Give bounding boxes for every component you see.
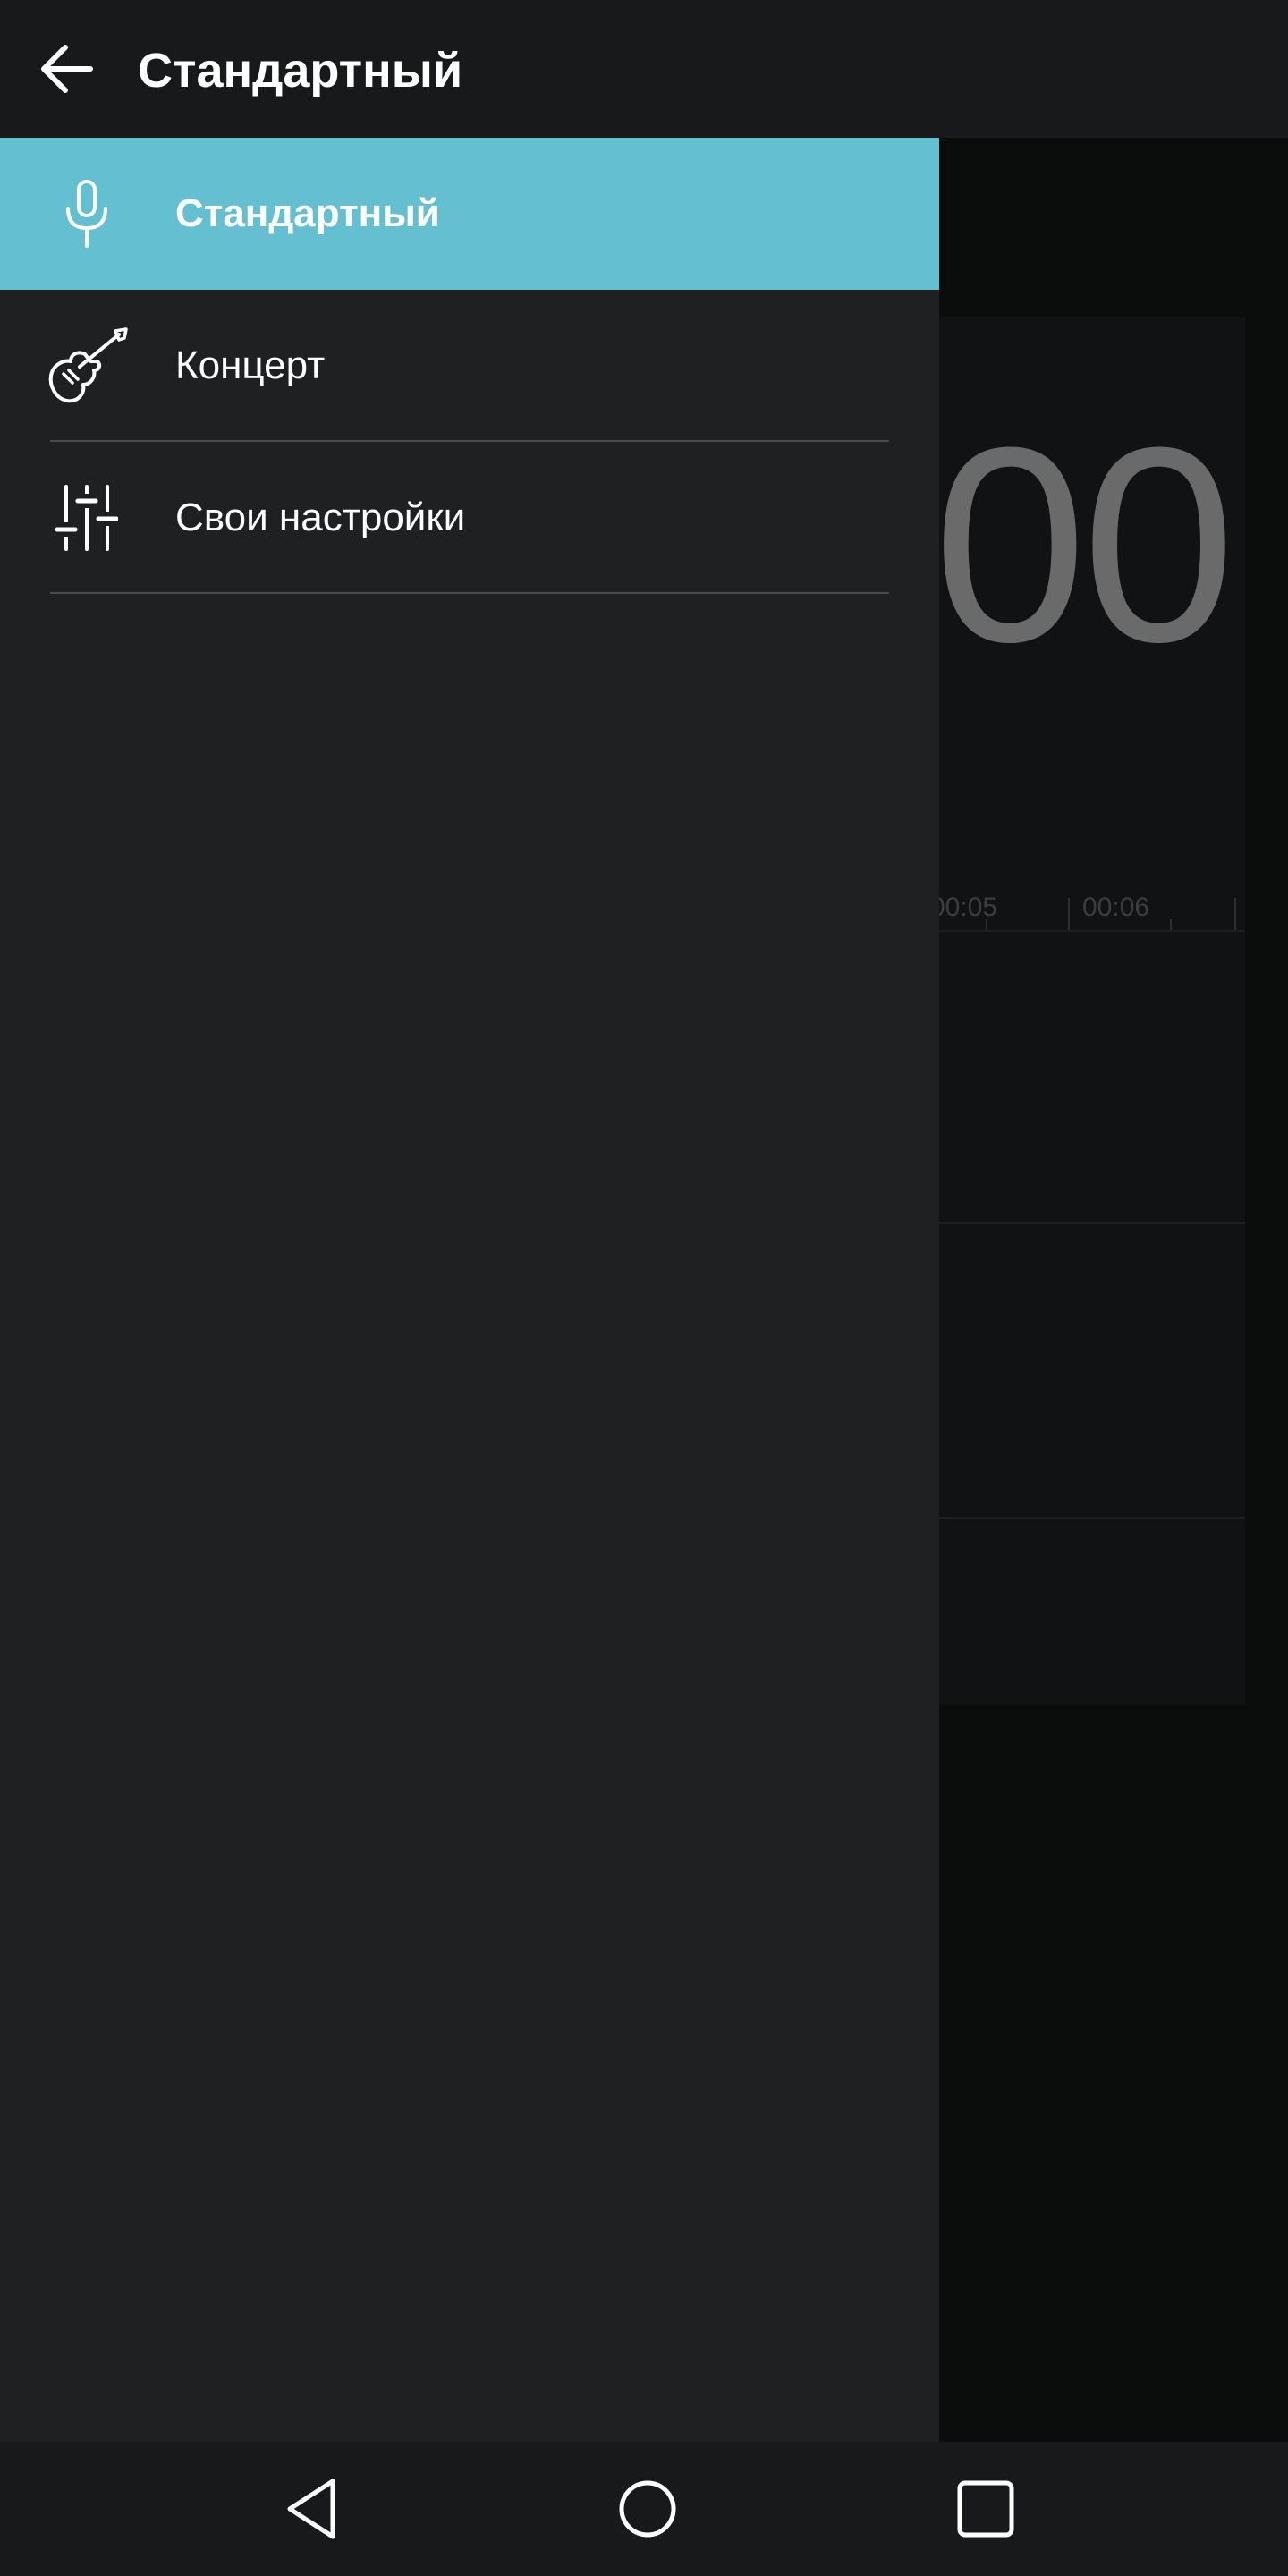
divider: [50, 592, 889, 594]
circle-home-icon: [619, 2480, 676, 2538]
divider: [921, 1517, 1245, 1519]
timer-display: 00: [933, 389, 1236, 699]
timeline-label: 00:05: [930, 893, 998, 922]
timeline-tick: [1068, 898, 1070, 930]
drawer-item-concert[interactable]: Концерт: [0, 290, 939, 442]
system-recents-button[interactable]: [932, 2464, 1039, 2554]
navigation-drawer: Стандартный Концерт Свои настройки: [0, 138, 939, 2442]
system-back-button[interactable]: [258, 2464, 365, 2554]
drawer-item-label: Свои настройки: [175, 496, 466, 539]
drawer-item-standard[interactable]: Стандартный: [0, 138, 939, 290]
drawer-item-custom-settings[interactable]: Свои настройки: [0, 442, 939, 594]
square-recents-icon: [957, 2480, 1014, 2538]
arrow-left-icon: [41, 45, 93, 93]
timeline-tick: [986, 919, 987, 930]
back-button[interactable]: [18, 24, 116, 114]
screen: 00 00:05 00:06 Стандартный Стандартный К…: [0, 0, 1288, 2576]
system-home-button[interactable]: [594, 2464, 701, 2554]
timeline-tick: [1170, 919, 1172, 930]
system-navigation-bar: [0, 2442, 1288, 2576]
sliders-icon: [36, 464, 138, 572]
microphone-icon: [36, 160, 138, 267]
timeline-label: 00:06: [1082, 893, 1150, 922]
triangle-back-icon: [287, 2479, 335, 2539]
electric-guitar-icon: [36, 312, 138, 419]
drawer-item-label: Стандартный: [175, 191, 440, 235]
timeline-ruler: 00:05 00:06: [921, 886, 1245, 932]
drawer-item-label: Концерт: [175, 343, 326, 387]
timeline-tick: [1234, 898, 1236, 930]
app-bar: Стандартный: [0, 0, 1288, 138]
divider: [921, 1222, 1245, 1224]
page-title: Стандартный: [138, 44, 463, 97]
